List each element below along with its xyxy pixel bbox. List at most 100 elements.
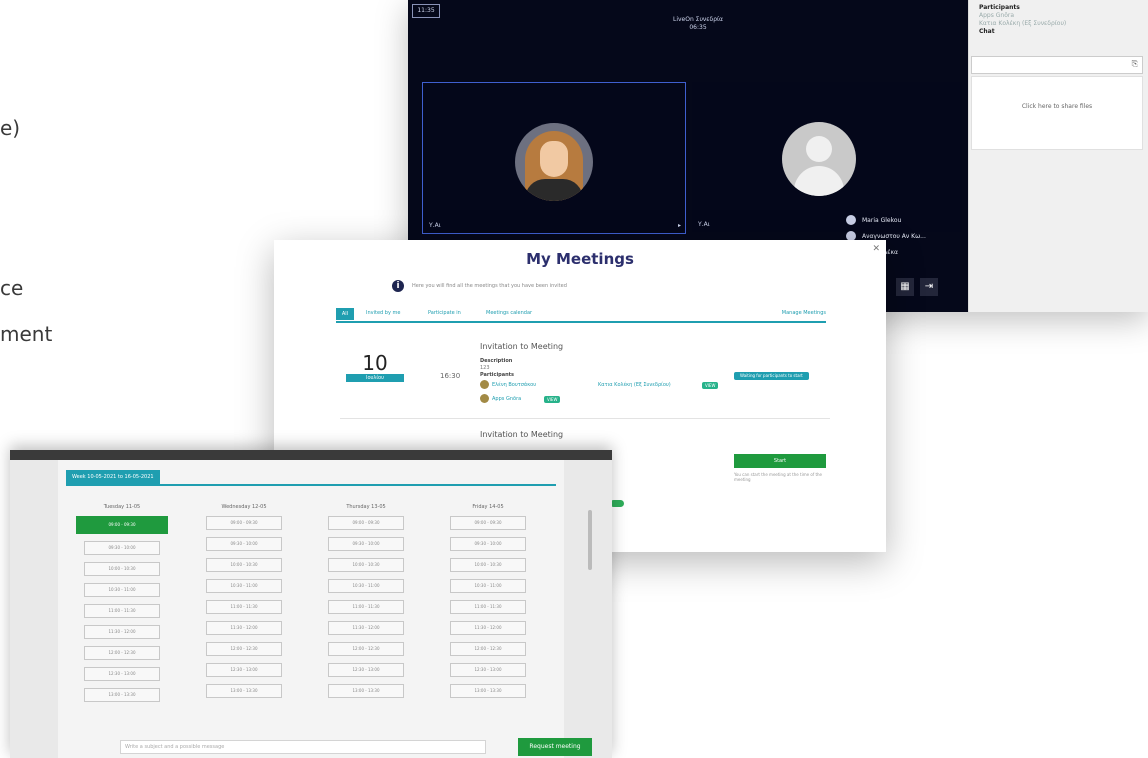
time-slot[interactable]: 12:30 - 13:00 (84, 667, 160, 681)
start-meeting-button[interactable]: Start (734, 454, 826, 468)
tab-participate-in[interactable]: Participate in (428, 310, 461, 316)
scrollbar[interactable] (588, 510, 592, 570)
attach-icon[interactable]: ⎘ (1132, 59, 1138, 69)
time-slot[interactable]: 10:30 - 11:00 (450, 579, 526, 593)
manage-meetings-link[interactable]: Manage Meetings (782, 310, 826, 316)
time-slot[interactable]: 09:30 - 10:00 (328, 537, 404, 551)
sidebar-header: Participants Apps Gnōra Κατια Κολέκη (Εξ… (979, 4, 1066, 36)
time-slot[interactable]: 13:00 - 13:30 (206, 684, 282, 698)
meetings-tabs: All Invited by me Participate in Meeting… (336, 308, 826, 323)
time-slot[interactable]: 09:00 - 09:30 (206, 516, 282, 530)
time-slot[interactable]: 10:30 - 11:00 (206, 579, 282, 593)
call-subtitle-text: 06:35 (689, 24, 707, 31)
day-column: Thursday 13-05 09:00 - 09:30 09:30 - 10:00… (312, 504, 420, 705)
participant-link[interactable]: Κατια Κολέκη (Εξ Συνεδρίου) (598, 382, 671, 388)
time-slot[interactable]: 11:00 - 11:30 (206, 600, 282, 614)
info-text: Here you will find all the meetings that… (412, 283, 567, 289)
meeting-time: 16:30 (440, 372, 461, 380)
day-header: Wednesday 12-05 (221, 504, 267, 510)
default-avatar-icon (782, 122, 856, 196)
status-badge (610, 500, 624, 507)
video-tile-self[interactable]: Υ.Αι ▸ (422, 82, 686, 234)
time-slot[interactable]: 13:00 - 13:30 (328, 684, 404, 698)
exit-icon[interactable]: ⇥ (920, 278, 938, 296)
participant-name: Maria Glekou (862, 216, 902, 224)
grid-view-icon[interactable]: ▦ (896, 278, 914, 296)
day-column: Friday 14-05 09:00 - 09:30 09:30 - 10:00 10… (434, 504, 542, 705)
message-input[interactable]: Write a subject and a possible message (120, 740, 486, 754)
call-controls: ▦ ⇥ (896, 278, 938, 296)
start-note: You can start the meeting at the time of… (734, 472, 823, 482)
tab-meetings-calendar[interactable]: Meetings calendar (486, 310, 532, 316)
participant-avatar (480, 380, 489, 389)
status-badge: VIEW (544, 396, 561, 403)
time-slot[interactable]: 12:00 - 12:30 (328, 642, 404, 656)
info-note: i Here you will find all the meetings th… (392, 280, 567, 292)
time-slot[interactable]: 12:30 - 13:00 (206, 663, 282, 677)
time-slot[interactable]: 09:30 - 10:00 (84, 541, 160, 555)
time-slot[interactable]: 09:30 - 10:00 (450, 537, 526, 551)
left-text-line-2: ce (0, 276, 24, 300)
day-column: Wednesday 12-05 09:00 - 09:30 09:30 - 10:0… (190, 504, 298, 705)
meeting-month: Ιουλίου (346, 374, 404, 382)
time-slot[interactable]: 11:30 - 12:00 (450, 621, 526, 635)
time-slot[interactable]: 11:00 - 11:30 (450, 600, 526, 614)
meeting-status-badge: Waiting for participants to start (734, 372, 809, 380)
participant-avatar (515, 123, 593, 201)
chat-input[interactable]: ⎘ (971, 56, 1143, 74)
expand-icon[interactable]: ▸ (678, 222, 681, 229)
week-bar: Week 10-05-2021 to 16-05-2021 (66, 470, 556, 486)
info-icon: i (392, 280, 404, 292)
time-slot[interactable]: 11:00 - 11:30 (328, 600, 404, 614)
video-tile-remote[interactable]: Υ.Αι (692, 82, 962, 232)
time-slot[interactable]: 13:00 - 13:30 (84, 688, 160, 702)
time-slot[interactable]: 10:00 - 10:30 (450, 558, 526, 572)
participant-name: Αναγνωστου Αν Κω... (862, 232, 926, 240)
tab-invited-by-me[interactable]: Invited by me (366, 310, 400, 316)
week-tab[interactable]: Week 10-05-2021 to 16-05-2021 (66, 470, 160, 484)
time-slot[interactable]: 12:00 - 12:30 (84, 646, 160, 660)
day-column: Tuesday 11-05 09:00 - 09:30 09:30 - 10:00 1… (68, 504, 176, 709)
time-slot[interactable]: 11:30 - 12:00 (206, 621, 282, 635)
time-slot[interactable]: 10:00 - 10:30 (206, 558, 282, 572)
time-slot[interactable]: 11:00 - 11:30 (84, 604, 160, 618)
left-text-line-3: ment (0, 322, 53, 346)
time-slot[interactable]: 09:00 - 09:30 (450, 516, 526, 530)
meeting-title: Invitation to Meeting (480, 342, 564, 351)
request-meeting-button[interactable]: Request meeting (518, 738, 592, 756)
participant-item[interactable]: Maria Glekou (846, 212, 954, 228)
time-slot[interactable]: 12:00 - 12:30 (450, 642, 526, 656)
meeting-day: 10 (362, 351, 388, 375)
participant-link[interactable]: Apps Gnōra (492, 396, 521, 402)
tab-all[interactable]: All (336, 308, 354, 320)
time-slot[interactable]: 10:00 - 10:30 (84, 562, 160, 576)
sidebar-participant: Apps Gnōra (979, 12, 1015, 19)
time-slot[interactable]: 12:30 - 13:00 (328, 663, 404, 677)
tile-name: Υ.Αι (429, 222, 441, 229)
meeting-title: Invitation to Meeting (480, 430, 564, 439)
time-slot[interactable]: 10:00 - 10:30 (328, 558, 404, 572)
participant-link[interactable]: Ελένη Βουτσάκου (492, 382, 536, 388)
tile-name: Υ.Αι (698, 221, 710, 228)
file-share-area[interactable]: Click here to share files (971, 76, 1143, 150)
time-slot-selected[interactable]: 09:00 - 09:30 (76, 516, 168, 534)
time-slot[interactable]: 12:00 - 12:30 (206, 642, 282, 656)
day-header: Friday 14-05 (472, 504, 504, 510)
call-title-text: LiveOn Συνεδρία (672, 16, 723, 23)
description-value: 123 (480, 365, 490, 371)
time-slot[interactable]: 11:30 - 12:00 (84, 625, 160, 639)
time-slot[interactable]: 13:00 - 13:30 (450, 684, 526, 698)
day-header: Thursday 13-05 (346, 504, 386, 510)
left-text-line-1: e) (0, 116, 21, 140)
participants-label: Participants (480, 372, 515, 378)
time-slot[interactable]: 11:30 - 12:00 (328, 621, 404, 635)
time-slot[interactable]: 09:30 - 10:00 (206, 537, 282, 551)
user-icon (846, 215, 856, 225)
page-title: My Meetings (526, 250, 634, 268)
time-slot[interactable]: 12:30 - 13:00 (450, 663, 526, 677)
time-slot[interactable]: 10:30 - 11:00 (84, 583, 160, 597)
chat-label: Chat (979, 28, 995, 35)
time-slot[interactable]: 09:00 - 09:30 (328, 516, 404, 530)
time-slot[interactable]: 10:30 - 11:00 (328, 579, 404, 593)
participant-avatar (480, 394, 489, 403)
